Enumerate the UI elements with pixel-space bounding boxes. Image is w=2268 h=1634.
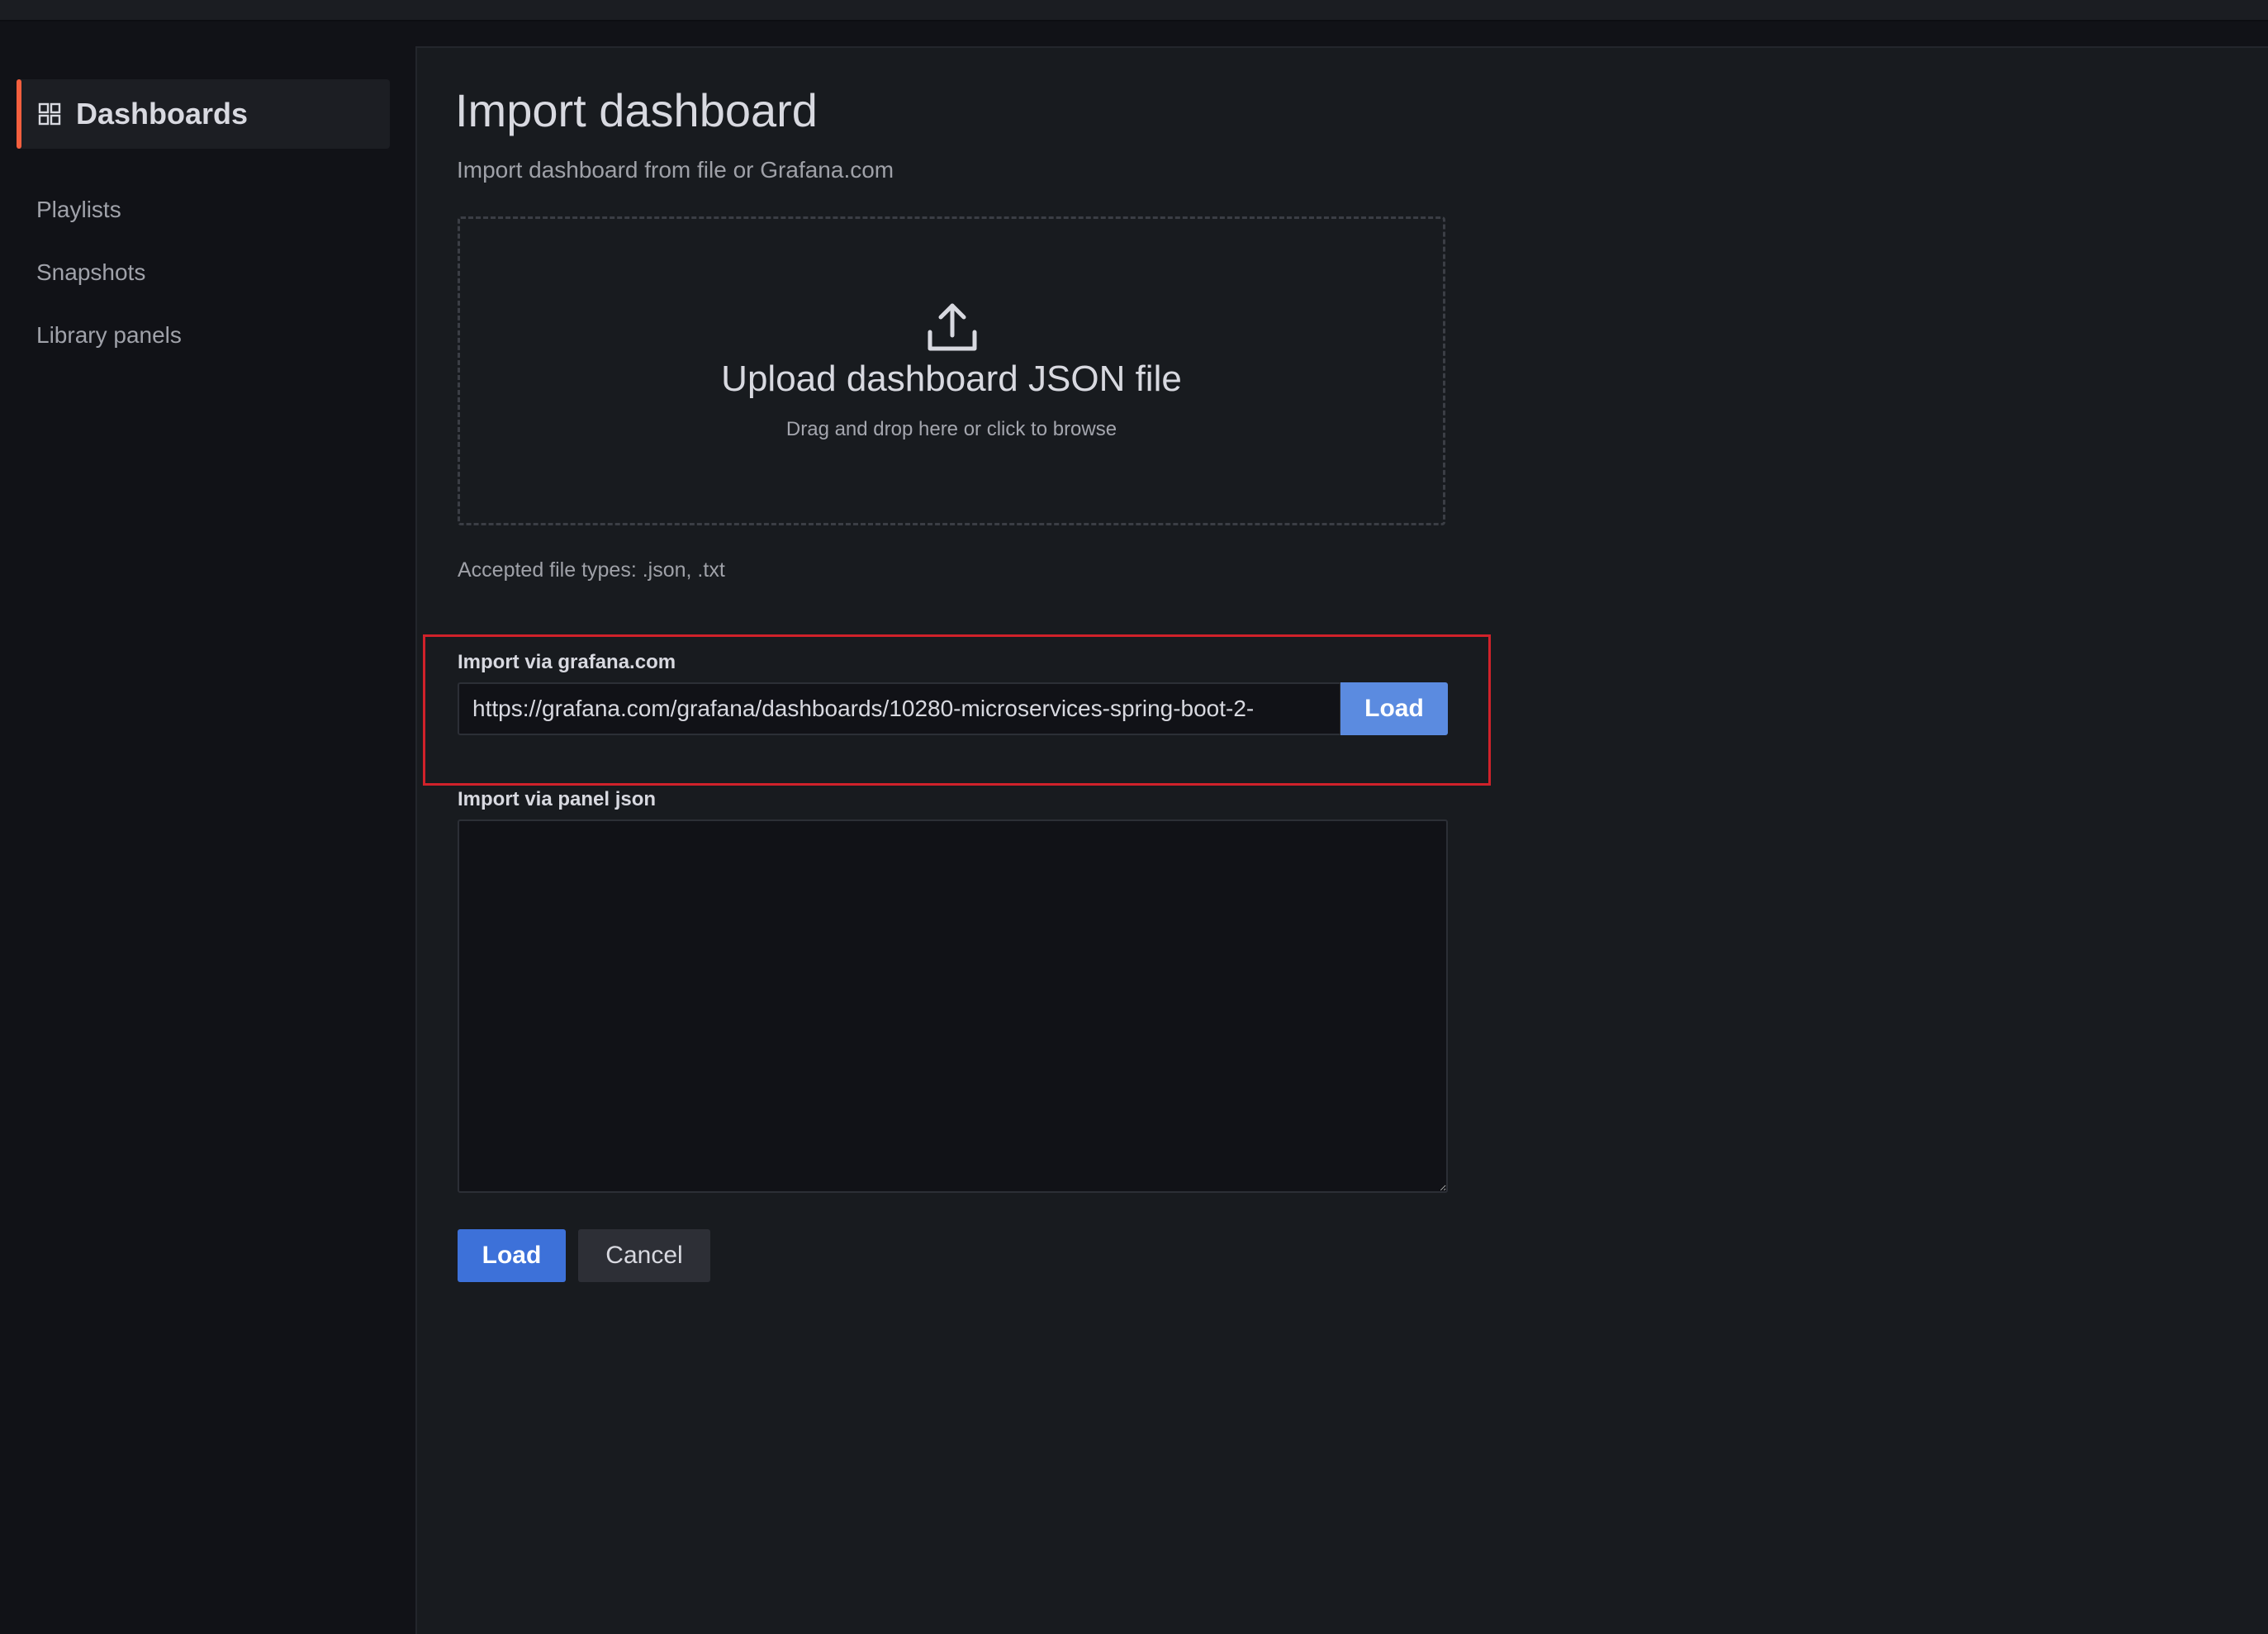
sidebar-item-label: Dashboards <box>76 97 249 131</box>
page-subtitle: Import dashboard from file or Grafana.co… <box>457 157 894 183</box>
page-title: Import dashboard <box>455 84 818 136</box>
apps-grid-icon <box>38 102 61 126</box>
load-button[interactable]: Load <box>458 1229 566 1282</box>
active-indicator <box>17 79 21 149</box>
sidebar: Dashboards Playlists Snapshots Library p… <box>0 21 415 1632</box>
sidebar-item-playlists[interactable]: Playlists <box>36 195 121 225</box>
cancel-button[interactable]: Cancel <box>578 1229 710 1282</box>
sidebar-item-dashboards[interactable]: Dashboards <box>17 79 390 149</box>
grafana-url-input[interactable] <box>458 682 1341 735</box>
panel-json-label: Import via panel json <box>458 788 657 810</box>
grafana-load-button[interactable]: Load <box>1340 682 1448 735</box>
upload-title: Upload dashboard JSON file <box>721 359 1182 399</box>
sidebar-item-library-panels[interactable]: Library panels <box>36 321 182 350</box>
upload-hint: Drag and drop here or click to browse <box>785 418 1117 440</box>
top-bar <box>0 0 2268 21</box>
panel-json-textarea[interactable] <box>458 819 1448 1193</box>
sidebar-item-snapshots[interactable]: Snapshots <box>36 258 145 287</box>
accepted-file-types: Accepted file types: .json, .txt <box>458 558 725 582</box>
grafana-import-label: Import via grafana.com <box>458 651 676 673</box>
upload-icon <box>928 303 977 351</box>
